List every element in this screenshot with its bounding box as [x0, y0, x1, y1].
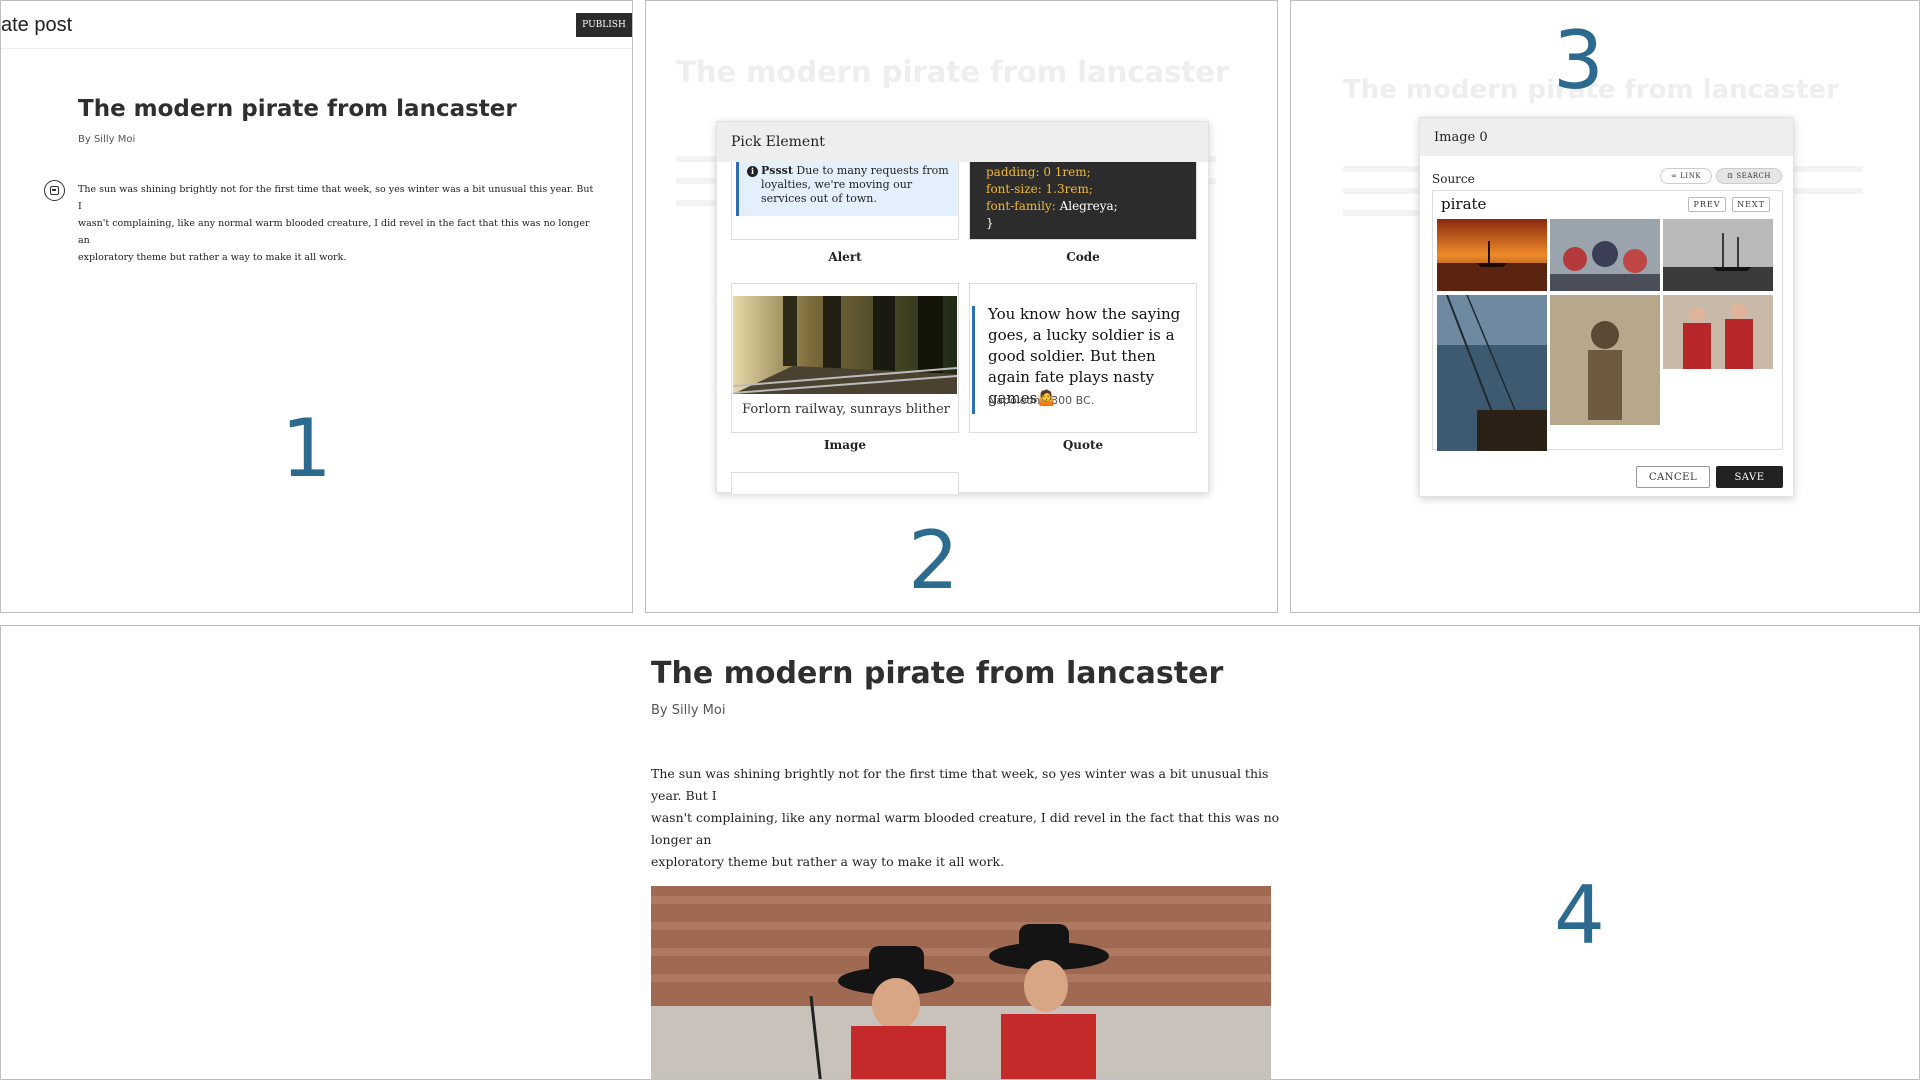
- body-line: The sun was shining brightly not for the…: [78, 184, 594, 212]
- publish-button[interactable]: PUBLISH: [576, 13, 632, 37]
- post-title[interactable]: The modern pirate from lancaster: [78, 96, 517, 122]
- step-4-panel: The modern pirate from lancaster By Sill…: [0, 625, 1920, 1080]
- step-1-panel: ate post PUBLISH The modern pirate from …: [0, 0, 633, 613]
- faded-post-title: The modern pirate from lancaster: [676, 55, 1230, 89]
- image-label: Image: [823, 438, 867, 452]
- post-byline[interactable]: By Silly Moi: [651, 703, 725, 718]
- alert-bold: Pssst: [761, 164, 793, 177]
- step-2-panel: The modern pirate from lancaster Pick El…: [645, 0, 1278, 613]
- step-3-panel: The modern pirate from lancaster Image 0…: [1290, 0, 1920, 613]
- modal-title: Image 0: [1420, 118, 1793, 156]
- search-tab[interactable]: ⊡ SEARCH: [1716, 168, 1782, 184]
- code-line: padding: 0 1rem;: [986, 165, 1091, 179]
- image-option-card[interactable]: Forlorn railway, sunrays blither: [731, 283, 959, 433]
- search-icon: ⊡: [1726, 172, 1734, 180]
- post-body[interactable]: The sun was shining brightly not for the…: [78, 181, 598, 266]
- body-line: exploratory theme but rather a way to ma…: [651, 854, 1005, 869]
- tall-ship-thumbnail[interactable]: [1663, 219, 1773, 291]
- search-input[interactable]: pirate: [1441, 195, 1486, 213]
- source-label: Source: [1432, 172, 1475, 186]
- add-element-button[interactable]: [44, 180, 65, 201]
- cancel-button[interactable]: CANCEL: [1636, 466, 1710, 488]
- link-tab[interactable]: ∞ LINK: [1660, 168, 1712, 184]
- next-button[interactable]: NEXT: [1732, 197, 1770, 212]
- pick-element-modal: Pick Element i Pssst Due to many request…: [716, 121, 1209, 494]
- image-picker-modal: Image 0 Source ∞ LINK ⊡ SEARCH pirate PREV…: [1419, 117, 1794, 497]
- code-line: font-size: 1.3rem;: [986, 182, 1093, 196]
- railway-forest-image: [733, 296, 957, 394]
- code-preview: padding: 0 1rem; font-size: 1.3rem; font…: [970, 162, 1196, 239]
- more-option-card[interactable]: [731, 472, 959, 494]
- pirates-hero-image[interactable]: [651, 886, 1271, 1080]
- alert-label: Alert: [828, 250, 862, 264]
- image-caption: Forlorn railway, sunrays blither: [742, 402, 950, 417]
- info-icon: i: [747, 166, 758, 177]
- post-body[interactable]: The sun was shining brightly not for the…: [651, 763, 1291, 873]
- sunset-ship-thumbnail[interactable]: [1437, 219, 1547, 291]
- body-line: wasn't complaining, like any normal warm…: [78, 218, 590, 246]
- quote-bar: [972, 306, 975, 414]
- add-block-icon: [50, 186, 59, 195]
- step-number: 3: [1553, 14, 1604, 107]
- portrait-thumbnail[interactable]: [1550, 295, 1660, 425]
- step-number: 2: [908, 514, 959, 607]
- quote-option-card[interactable]: You know how the saying goes, a lucky so…: [969, 283, 1197, 433]
- link-icon: ∞: [1670, 172, 1678, 180]
- quote-label: Quote: [1062, 438, 1104, 452]
- crew-thumbnail[interactable]: [1550, 219, 1660, 291]
- alert-option-card[interactable]: i Pssst Due to many requests from loyalt…: [731, 162, 959, 240]
- code-line: font-family: Alegreya;: [986, 199, 1118, 213]
- post-title[interactable]: The modern pirate from lancaster: [651, 656, 1223, 691]
- quote-attribution: Napoleon - 300 BC.: [988, 394, 1095, 407]
- step-number: 1: [281, 402, 332, 495]
- pirates-thumbnail[interactable]: [1663, 295, 1773, 369]
- code-label: Code: [1066, 250, 1100, 264]
- save-button[interactable]: SAVE: [1716, 466, 1783, 488]
- header-divider: [1, 48, 632, 49]
- prev-button[interactable]: PREV: [1688, 197, 1726, 212]
- code-line: }: [986, 216, 994, 230]
- alert-preview: i Pssst Due to many requests from loyalt…: [736, 162, 958, 216]
- step-number: 4: [1554, 869, 1605, 962]
- body-line: wasn't complaining, like any normal warm…: [651, 810, 1280, 847]
- body-line: The sun was shining brightly not for the…: [651, 766, 1269, 803]
- modal-title: Pick Element: [717, 122, 1208, 162]
- body-line: exploratory theme but rather a way to ma…: [78, 252, 347, 263]
- code-option-card[interactable]: padding: 0 1rem; font-size: 1.3rem; font…: [969, 162, 1197, 240]
- ship-rigging-thumbnail[interactable]: [1437, 295, 1547, 451]
- post-byline[interactable]: By Silly Moi: [78, 134, 135, 145]
- page-title: ate post: [1, 14, 73, 36]
- image-search-results: pirate PREV NEXT: [1432, 190, 1783, 451]
